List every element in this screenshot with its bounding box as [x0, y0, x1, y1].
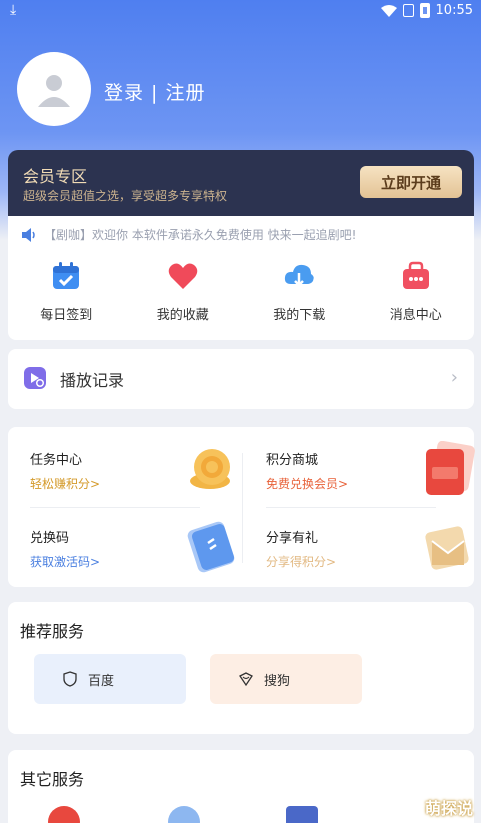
- service-icon[interactable]: [168, 806, 200, 823]
- vip-banner: 会员专区 超级会员超值之选，享受超多专享特权 立即开通: [8, 150, 474, 216]
- avatar[interactable]: [17, 52, 91, 126]
- task-center-item[interactable]: 任务中心 轻松赚积分>: [30, 449, 240, 513]
- clock: 10:55: [435, 3, 473, 18]
- service-icon[interactable]: [48, 806, 80, 823]
- my-favorites-button[interactable]: 我的收藏: [125, 260, 242, 323]
- play-history-row[interactable]: 播放记录 ›: [8, 349, 474, 409]
- watermark: 萌探说: [424, 799, 473, 818]
- login-register-link[interactable]: 登录 | 注册: [104, 78, 205, 105]
- service-baidu[interactable]: 百度: [34, 654, 186, 704]
- task-name: 分享有礼: [266, 531, 319, 546]
- quick-item-label: 消息中心: [389, 308, 442, 323]
- task-name: 积分商城: [266, 453, 319, 468]
- speaker-icon: [22, 227, 35, 242]
- quick-actions-card: 【剧咖】欢迎你 本软件承诺永久免费使用 快来一起追剧吧! 每日签到 我的收藏 我…: [8, 216, 474, 340]
- task-subtitle: 免费兑换会员>: [266, 477, 349, 491]
- share-gift-item[interactable]: 分享有礼 分享得积分>: [266, 526, 476, 591]
- service-sogou[interactable]: 搜狗: [210, 654, 362, 704]
- message-center-button[interactable]: 消息中心: [358, 260, 475, 323]
- coin-icon: [190, 449, 230, 489]
- wifi-icon: [380, 4, 397, 17]
- voucher-icon: [426, 441, 475, 495]
- quick-item-label: 我的下载: [273, 308, 326, 323]
- open-vip-button[interactable]: 立即开通: [360, 166, 462, 198]
- sim-icon: [402, 4, 414, 17]
- task-subtitle: 分享得积分>: [266, 555, 337, 569]
- shield-icon: [63, 671, 77, 687]
- task-subtitle: 轻松赚积分>: [30, 477, 101, 491]
- download-icon: ⤓: [10, 2, 17, 18]
- cloud-download-icon: [285, 264, 314, 287]
- redeem-code-item[interactable]: 兑换码 获取激活码>: [30, 521, 240, 591]
- envelope-icon: [425, 526, 469, 570]
- quick-item-label: 我的收藏: [156, 308, 209, 323]
- user-icon: [38, 75, 70, 107]
- service-label: 搜狗: [264, 673, 291, 689]
- notice-bar: 【剧咖】欢迎你 本软件承诺永久免费使用 快来一起追剧吧!: [20, 226, 356, 243]
- message-box-icon: [402, 261, 429, 289]
- vip-subtitle: 超级会员超值之选，享受超多专享特权: [23, 189, 228, 203]
- play-history-icon: [24, 367, 46, 389]
- points-mall-item[interactable]: 积分商城 免费兑换会员>: [266, 441, 476, 513]
- task-subtitle: 获取激活码>: [30, 555, 101, 569]
- heart-icon: [168, 263, 198, 289]
- recommended-services-card: 推荐服务 百度 搜狗: [8, 602, 474, 734]
- service-label: 百度: [88, 673, 115, 689]
- other-services-card: 其它服务: [8, 750, 474, 823]
- notice-text: 【剧咖】欢迎你 本软件承诺永久免费使用 快来一起追剧吧!: [44, 228, 357, 242]
- play-history-label: 播放记录: [60, 371, 125, 390]
- battery-icon: [419, 3, 430, 18]
- chevron-right-icon: ›: [450, 367, 458, 388]
- sogou-icon: [239, 672, 253, 687]
- section-title: 其它服务: [20, 770, 85, 789]
- vip-title: 会员专区: [23, 167, 88, 186]
- service-icon[interactable]: [286, 806, 318, 823]
- tasks-card: 任务中心 轻松赚积分> 积分商城 免费兑换会员> 兑换码 获取激活码> 分享有礼…: [8, 427, 476, 587]
- section-title: 推荐服务: [20, 622, 85, 641]
- my-downloads-button[interactable]: 我的下载: [241, 260, 358, 323]
- divider: [242, 453, 243, 563]
- task-name: 任务中心: [30, 453, 83, 468]
- status-bar: ⤓ 10:55: [0, 0, 481, 22]
- task-name: 兑换码: [30, 531, 70, 546]
- calendar-check-icon: [53, 262, 80, 289]
- daily-checkin-button[interactable]: 每日签到: [8, 260, 125, 323]
- quick-item-label: 每日签到: [40, 308, 93, 323]
- ticket-icon: [187, 521, 235, 573]
